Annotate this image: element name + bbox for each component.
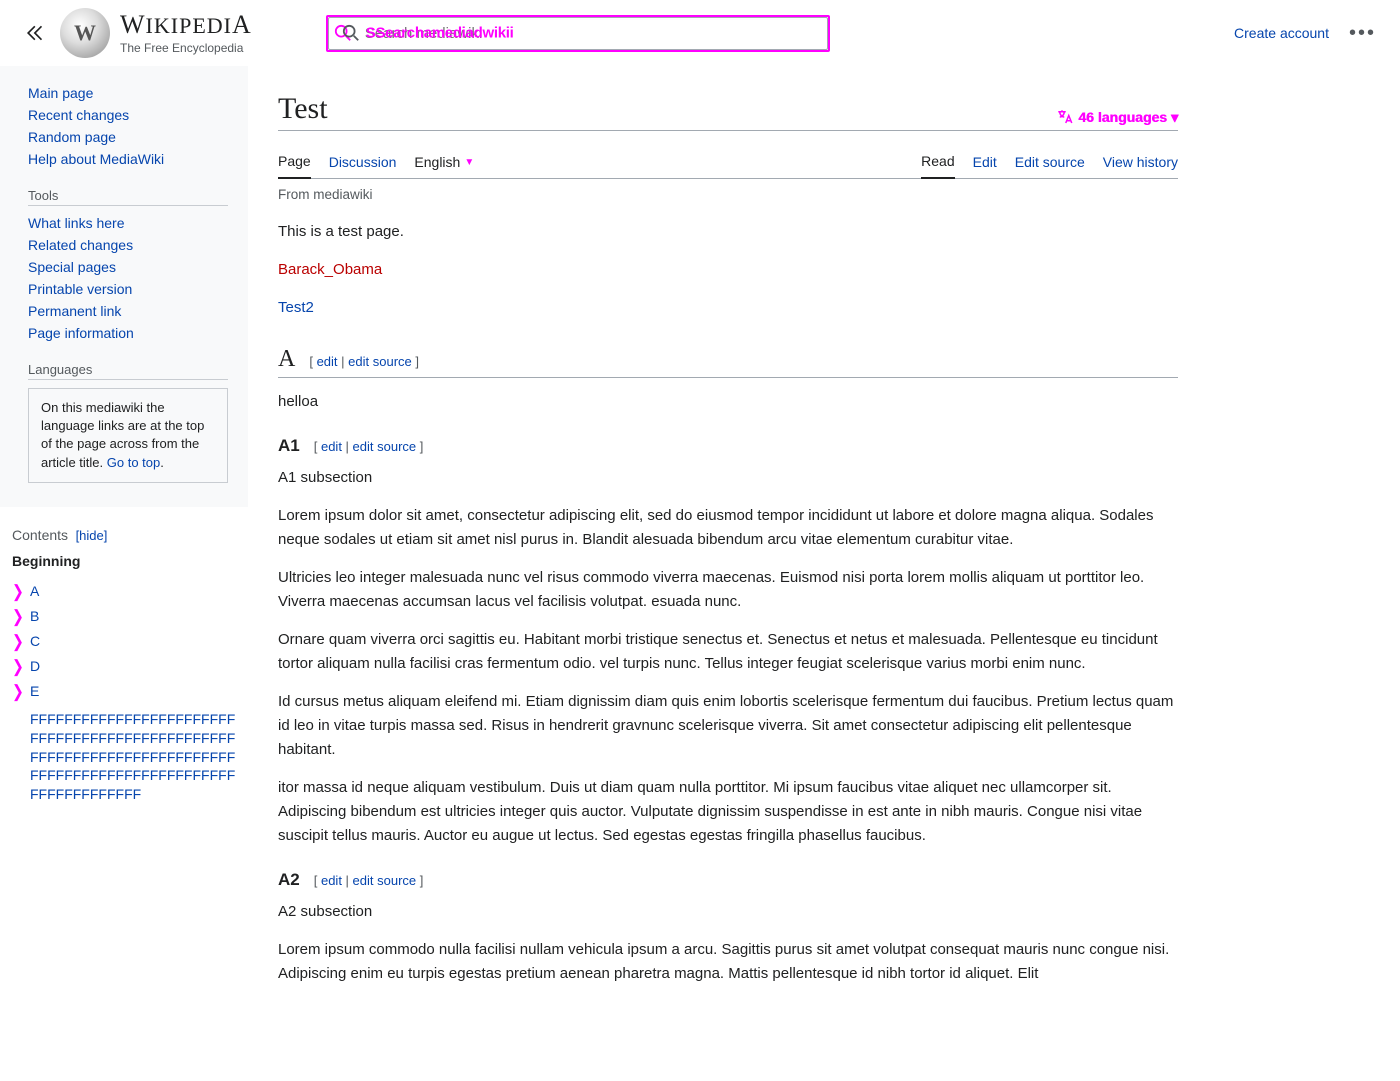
menu-toggle-icon[interactable] [24,23,44,43]
edit-section: [ edit | edit source ] [309,354,419,369]
logo-wordmark: WIKIPEDIA [120,12,252,38]
edit-source-link[interactable]: edit source [353,439,417,454]
nav-main-page[interactable]: Main page [28,85,93,101]
languages-heading: Languages [28,362,228,380]
edit-section: [ edit | edit source ] [314,439,424,454]
tab-page[interactable]: Page [278,145,311,179]
toc-heading: Contents [12,527,68,543]
tool-page-info[interactable]: Page information [28,325,134,341]
edit-link[interactable]: edit [321,439,342,454]
page-title: Test [278,92,328,126]
toc-item-c[interactable]: ❯C [12,629,236,654]
site-subtitle: From mediawiki [278,187,1178,202]
languages-notice-box: On this mediawiki the language links are… [28,388,228,483]
edit-link[interactable]: edit [317,354,338,369]
toc-item-a[interactable]: ❯A [12,579,236,604]
tab-language-variant[interactable]: English ▼ [414,146,474,178]
tools-heading: Tools [28,188,228,206]
chevron-right-icon[interactable]: ❯ [12,656,24,676]
article-main: Test 46 languages ▾ Page Discussion Engl… [248,66,1208,1040]
more-menu-icon[interactable]: ••• [1349,22,1376,45]
section-heading-a2: A2 [ edit | edit source ] [278,870,1178,890]
tab-edit-source[interactable]: Edit source [1015,146,1085,178]
tool-permanent-link[interactable]: Permanent link [28,303,121,319]
tool-special-pages[interactable]: Special pages [28,259,116,275]
edit-section: [ edit | edit source ] [314,873,424,888]
language-icon [1056,108,1074,126]
section-heading-a1: A1 [ edit | edit source ] [278,436,1178,456]
edit-link[interactable]: edit [321,873,342,888]
search-icon [334,24,360,42]
edit-source-link[interactable]: edit source [348,354,412,369]
chevron-right-icon[interactable]: ❯ [12,681,24,701]
nav-list: Main page Recent changes Random page Hel… [28,82,228,170]
go-to-top-link[interactable]: Go to top [107,455,160,470]
chevron-right-icon[interactable]: ❯ [12,631,24,651]
nav-help[interactable]: Help about MediaWiki [28,151,164,167]
language-selector-button[interactable]: 46 languages ▾ [1056,108,1178,126]
tab-view-history[interactable]: View history [1103,146,1178,178]
create-account-link[interactable]: Create account [1234,25,1329,41]
chevron-right-icon[interactable]: ❯ [12,606,24,626]
left-sidebar: Main page Recent changes Random page Hel… [0,66,248,507]
section-heading-a: A [ edit | edit source ] [278,346,1178,378]
logo-tagline: The Free Encyclopedia [120,42,252,54]
article-content: This is a test page. Barack_Obama Test2 … [278,220,1178,986]
tools-list: What links here Related changes Special … [28,212,228,344]
toc-item-b[interactable]: ❯B [12,604,236,629]
site-logo[interactable]: WIKIPEDIA The Free Encyclopedia [60,8,252,58]
nav-random-page[interactable]: Random page [28,129,116,145]
toc-hide-link[interactable]: [hide] [76,528,108,543]
tool-related-changes[interactable]: Related changes [28,237,133,253]
toc-item-f[interactable]: FFFFFFFFFFFFFFFFFFFFFFFFFFFFFFFFFFFFFFFF… [30,711,235,803]
link-test2[interactable]: Test2 [278,299,314,316]
tab-discussion[interactable]: Discussion [329,146,397,178]
toc-item-d[interactable]: ❯D [12,654,236,679]
tool-printable[interactable]: Printable version [28,281,132,297]
chevron-right-icon[interactable]: ❯ [12,581,24,601]
page-tabs: Page Discussion English ▼ Read Edit Edit… [278,145,1178,179]
table-of-contents: Contents [hide] Beginning ❯A ❯B ❯C ❯D ❯E… [0,507,248,824]
edit-source-link[interactable]: edit source [353,873,417,888]
search-box: SSearchamediadwikii [328,17,828,50]
wikipedia-globe-icon [60,8,110,58]
toc-beginning[interactable]: Beginning [12,553,236,569]
tab-read[interactable]: Read [921,145,954,179]
search-input[interactable] [328,17,828,50]
tab-edit[interactable]: Edit [973,146,997,178]
link-barack-obama[interactable]: Barack_Obama [278,261,382,278]
nav-recent-changes[interactable]: Recent changes [28,107,129,123]
chevron-down-icon: ▾ [1171,109,1178,126]
toc-item-e[interactable]: ❯E [12,679,236,704]
top-header: WIKIPEDIA The Free Encyclopedia SSearcha… [0,0,1400,66]
intro-text: This is a test page. [278,220,1178,244]
tool-what-links-here[interactable]: What links here [28,215,124,231]
chevron-down-icon: ▼ [464,157,474,168]
